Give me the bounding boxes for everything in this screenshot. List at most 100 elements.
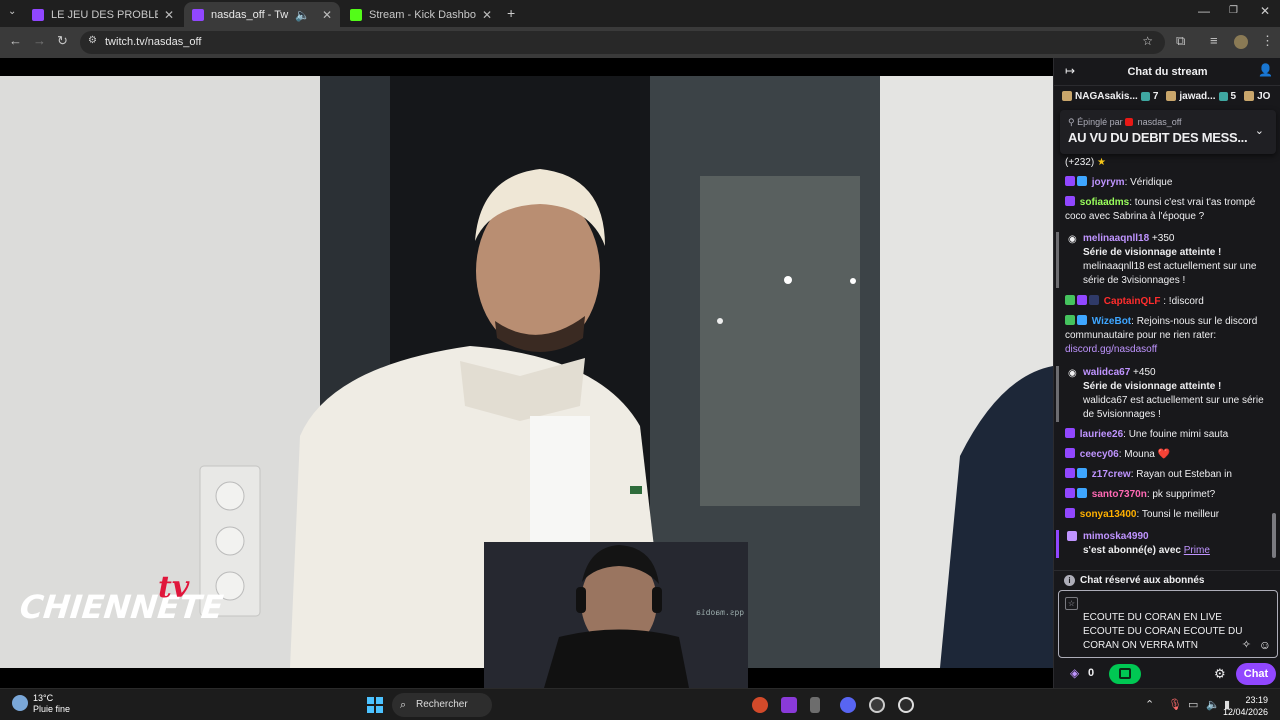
tab-search-chevron-icon[interactable]: ⌄: [8, 6, 16, 17]
tray-chevron-up-icon[interactable]: ⌃: [1145, 698, 1154, 711]
bookmark-star-icon[interactable]: ☆: [1142, 34, 1153, 48]
chat-username[interactable]: joyrym: [1092, 177, 1125, 188]
system-clock[interactable]: 23:19 12/04/2026: [1223, 694, 1268, 718]
taskbar-search[interactable]: ⌕ Rechercher: [392, 693, 492, 717]
chat-input[interactable]: ☆ ECOUTE DU CORAN EN LIVE ECOUTE DU CORA…: [1058, 590, 1278, 658]
browser-toolbar: ← → ↻ ⚙ twitch.tv/nasdas_off ☆ ⧉ ≡ ⋮: [0, 27, 1280, 58]
profile-avatar[interactable]: [1234, 35, 1248, 49]
reload-icon[interactable]: ↻: [57, 33, 68, 49]
extensions-icon[interactable]: ⧉: [1176, 33, 1185, 49]
restore-icon[interactable]: ❐: [1229, 5, 1238, 16]
app-icon-6[interactable]: [898, 697, 914, 713]
address-bar[interactable]: ⚙ twitch.tv/nasdas_off ☆: [80, 31, 1165, 54]
back-arrow-icon[interactable]: ←: [9, 33, 22, 48]
message-text: : Une fouine mimi sauta: [1123, 429, 1229, 440]
kick-favicon-icon: [350, 8, 362, 21]
gifter-name: jawad...: [1179, 90, 1216, 102]
app-icon-1[interactable]: [752, 697, 768, 713]
gift-count-icon: [1218, 91, 1228, 101]
notice-points: +350: [1151, 233, 1175, 244]
subscriber-only-banner: i Chat réservé aux abonnés: [1054, 570, 1280, 590]
community-users-icon[interactable]: 👤: [1258, 63, 1273, 77]
chat-scrollbar[interactable]: [1272, 513, 1276, 558]
chat-username[interactable]: sonya13400: [1080, 509, 1137, 520]
speaker-icon[interactable]: 🔈: [295, 8, 310, 22]
close-icon[interactable]: ✕: [164, 8, 174, 22]
gifter-entry[interactable]: NAGAsakis... 7: [1062, 87, 1158, 105]
close-icon[interactable]: ✕: [322, 8, 332, 22]
streak-flame-icon: ◉: [1068, 234, 1077, 245]
tab-2[interactable]: nasdas_off - Twitch 🔈 ✕: [184, 2, 340, 27]
prime-link[interactable]: Prime: [1184, 545, 1210, 556]
gift-leaderboard: NAGAsakis... 7 jawad... 5 JO: [1054, 87, 1280, 105]
tab-3[interactable]: Stream - Kick Dashboard ✕: [342, 2, 500, 27]
weather-widget[interactable]: 13°C Pluie fine: [33, 693, 70, 715]
pinned-by-label: Épinglé par: [1077, 117, 1123, 127]
claim-bonus-button[interactable]: [1109, 664, 1141, 684]
app-icon-2[interactable]: [781, 697, 797, 713]
network-icon[interactable]: ▭: [1188, 698, 1198, 711]
weather-icon: [12, 695, 28, 711]
bonus-chest-icon: [1119, 668, 1131, 679]
forward-arrow-icon[interactable]: →: [33, 33, 46, 48]
emote-picker-icon[interactable]: ☺: [1259, 638, 1271, 652]
bot-badge-icon: [1077, 315, 1087, 325]
chat-input-value[interactable]: ECOUTE DU CORAN EN LIVE ECOUTE DU CORAN …: [1083, 611, 1243, 653]
notice-username[interactable]: walidca67: [1083, 367, 1130, 378]
chat-username[interactable]: z17crew: [1092, 469, 1131, 480]
chat-username[interactable]: lauriee26: [1080, 429, 1123, 440]
chat-username[interactable]: WizeBot: [1092, 316, 1131, 327]
pinned-message[interactable]: ⚲ Épinglé par nasdas_off AU VU DU DEBIT …: [1060, 110, 1276, 154]
notice-username[interactable]: melinaaqnll18: [1083, 233, 1149, 244]
notice-title: Série de visionnage atteinte !: [1083, 247, 1222, 258]
chat-message: WizeBot: Rejoins-nous sur le discord com…: [1065, 315, 1275, 357]
chat-settings-gear-icon[interactable]: ⚙: [1214, 666, 1226, 682]
start-button-icon[interactable]: [367, 697, 383, 713]
sub-badge-icon: [1077, 295, 1087, 305]
partner-badge-icon: [1089, 295, 1099, 305]
menu-kebab-icon[interactable]: ⋮: [1261, 33, 1274, 49]
gifter-entry[interactable]: JO: [1244, 87, 1270, 105]
sub-badge-icon: [1065, 468, 1075, 478]
gift-icon: [1062, 91, 1072, 101]
channel-points-count: 0: [1088, 667, 1095, 679]
microphone-icon[interactable]: 🎙: [1168, 698, 1182, 711]
gifter-entry[interactable]: jawad... 5: [1166, 87, 1236, 105]
weather-desc: Pluie fine: [33, 704, 71, 714]
media-controls-icon[interactable]: ≡: [1210, 33, 1218, 48]
discord-link[interactable]: discord.gg/nasdasoff: [1065, 344, 1157, 355]
close-icon[interactable]: ✕: [482, 8, 492, 22]
send-chat-button[interactable]: Chat: [1236, 663, 1276, 685]
gifter-badge-icon: [1077, 468, 1087, 478]
gifter-badge-icon: [1077, 488, 1087, 498]
discord-icon[interactable]: [840, 697, 856, 713]
search-placeholder: Rechercher: [416, 699, 468, 710]
chat-username[interactable]: ceecy06: [1080, 449, 1119, 460]
broadcaster-badge-icon: [1125, 118, 1134, 126]
notice-username[interactable]: mimoska4990: [1083, 531, 1149, 542]
chevron-down-icon[interactable]: ⌄: [1255, 124, 1264, 137]
video-player[interactable]: CHIENNETE tv qqs.maobia: [0, 58, 1053, 688]
channel-points-icon[interactable]: ◈: [1070, 666, 1079, 680]
app-icon-3[interactable]: [810, 697, 820, 713]
minimize-icon[interactable]: —: [1198, 4, 1210, 18]
gifter-name: NAGAsakis...: [1075, 90, 1138, 102]
new-tab-plus-icon[interactable]: +: [507, 5, 515, 21]
chat-username[interactable]: santo7370n: [1092, 489, 1147, 500]
gift-icon: [1166, 91, 1177, 101]
chat-username[interactable]: sofiaadms: [1080, 197, 1129, 208]
site-info-icon[interactable]: ⚙: [88, 35, 97, 46]
bits-icon[interactable]: ✧: [1242, 638, 1251, 651]
chat-message-partial: (+232) ★: [1065, 156, 1275, 170]
notice-title: Série de visionnage atteinte !: [1083, 381, 1222, 392]
sub-badge-icon: [1065, 428, 1075, 438]
watch-streak-notice: ◉ melinaaqnll18 +350 Série de visionnage…: [1056, 232, 1272, 288]
volume-icon[interactable]: 🔈: [1206, 698, 1220, 711]
star-icon[interactable]: ☆: [1065, 597, 1078, 610]
url-text[interactable]: twitch.tv/nasdas_off: [105, 36, 201, 48]
close-window-icon[interactable]: ✕: [1260, 4, 1270, 18]
tab-1[interactable]: LE JEU DES PROBLEMES ! - Twi ✕: [24, 2, 182, 27]
chat-username[interactable]: CaptainQLF: [1104, 296, 1161, 307]
app-icon-5[interactable]: [869, 697, 885, 713]
subscriber-only-label: Chat réservé aux abonnés: [1080, 575, 1205, 586]
